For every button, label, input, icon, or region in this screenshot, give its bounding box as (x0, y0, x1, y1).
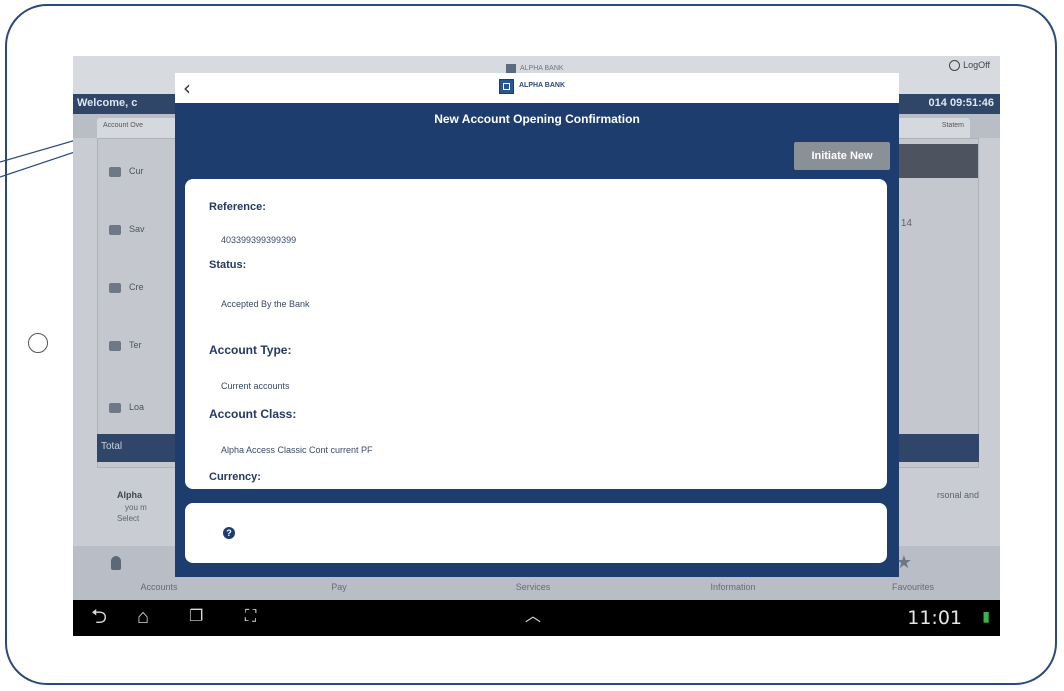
chevron-up-icon[interactable]: ︿ (525, 606, 541, 628)
bg-account-item: Cre (109, 282, 144, 293)
person-icon (111, 556, 121, 570)
dialog-top-bar: ‹ ALPHA BANK (175, 73, 899, 103)
bg-tab-statements: Statem (890, 118, 970, 138)
logoff-button[interactable]: LogOff (949, 60, 990, 72)
reference-value: 403399399399399 (221, 235, 297, 245)
confirmation-dialog: ‹ ALPHA BANK New Account Opening Confirm… (175, 73, 899, 577)
account-icon (109, 224, 121, 235)
account-type-label: Account Type: (209, 343, 292, 357)
screenshot-icon[interactable]: ⛶ (245, 606, 256, 628)
tablet-home-button[interactable] (28, 333, 48, 353)
nav-favourites[interactable]: Favourites (853, 582, 973, 592)
account-icon (109, 340, 121, 351)
bg-tab-account-overview: Account Ove (97, 118, 187, 138)
bg-account-item: Loa (109, 402, 144, 413)
nav-pay[interactable]: Pay (279, 582, 399, 592)
bg-number: 14 (900, 218, 912, 229)
account-icon (109, 166, 121, 177)
welcome-text: Welcome, c (77, 97, 138, 109)
back-nav-icon[interactable]: ⮌ (91, 606, 107, 628)
status-value: Accepted By the Bank (221, 299, 310, 309)
bg-dark-block (886, 144, 978, 178)
signal-icon: ▮ (982, 608, 990, 624)
bg-datetime: 014 09:51:46 (928, 97, 994, 109)
account-class-label: Account Class: (209, 407, 297, 421)
clock: 11:01 (907, 607, 962, 629)
account-icon (109, 282, 121, 293)
account-icon (109, 402, 121, 413)
help-icon[interactable]: ? (223, 527, 235, 539)
reference-label: Reference: (209, 201, 266, 213)
dialog-title: New Account Opening Confirmation (434, 112, 640, 126)
status-label: Status: (209, 259, 247, 271)
recent-apps-icon[interactable]: ❐ (189, 606, 203, 628)
details-card: Reference: 403399399399399 Status: Accep… (185, 179, 887, 489)
bg-account-item: Sav (109, 224, 145, 235)
currency-label: Currency: (209, 471, 261, 483)
nav-services[interactable]: Services (473, 582, 593, 592)
nav-information[interactable]: Information (673, 582, 793, 592)
android-system-bar: ⮌ ⌂ ❐ ⛶ ︿ 11:01 ▮ (73, 600, 1000, 636)
power-icon (949, 60, 961, 72)
device-screen: ALPHA BANK LogOff Welcome, c 014 09:51:4… (73, 56, 1000, 636)
home-nav-icon[interactable]: ⌂ (137, 606, 149, 628)
account-type-value: Current accounts (221, 381, 290, 391)
nav-accounts[interactable]: Accounts (99, 582, 219, 592)
back-chevron-icon[interactable]: ‹ (175, 75, 199, 101)
bg-account-item: Cur (109, 166, 144, 177)
bg-account-item: Ter (109, 340, 142, 351)
help-card: ? (185, 503, 887, 563)
initiate-new-button[interactable]: Initiate New (794, 142, 890, 170)
account-class-value: Alpha Access Classic Cont current PF (221, 445, 373, 455)
